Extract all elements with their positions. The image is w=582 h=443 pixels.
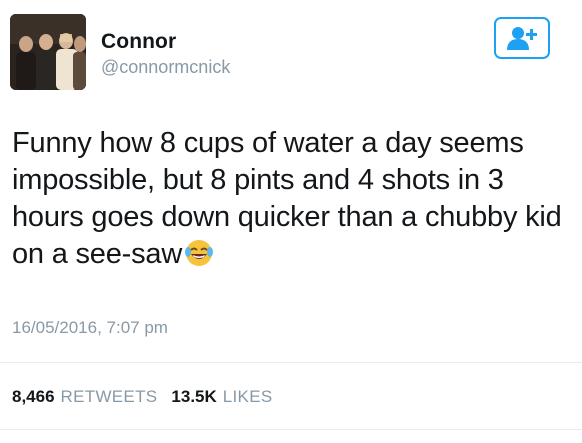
tweet-text: Funny how 8 cups of water a day seems im… bbox=[12, 125, 572, 278]
display-name[interactable]: Connor bbox=[101, 30, 176, 54]
avatar[interactable] bbox=[10, 14, 86, 90]
tweet-stats: 8,466 RETWEETS 13.5K LIKES bbox=[12, 387, 286, 407]
user-handle[interactable]: @connormcnick bbox=[101, 57, 230, 78]
likes-count[interactable]: 13.5K bbox=[171, 387, 216, 407]
add-user-icon bbox=[507, 27, 537, 50]
face-with-tears-of-joy-icon bbox=[184, 238, 214, 278]
follow-button[interactable] bbox=[494, 17, 550, 59]
divider bbox=[0, 362, 582, 363]
tweet-timestamp[interactable]: 16/05/2016, 7:07 pm bbox=[12, 318, 168, 338]
retweets-count[interactable]: 8,466 bbox=[12, 387, 55, 407]
retweets-label[interactable]: RETWEETS bbox=[61, 387, 158, 407]
tweet-body: Funny how 8 cups of water a day seems im… bbox=[12, 127, 562, 270]
divider bbox=[0, 429, 582, 430]
likes-label[interactable]: LIKES bbox=[223, 387, 273, 407]
